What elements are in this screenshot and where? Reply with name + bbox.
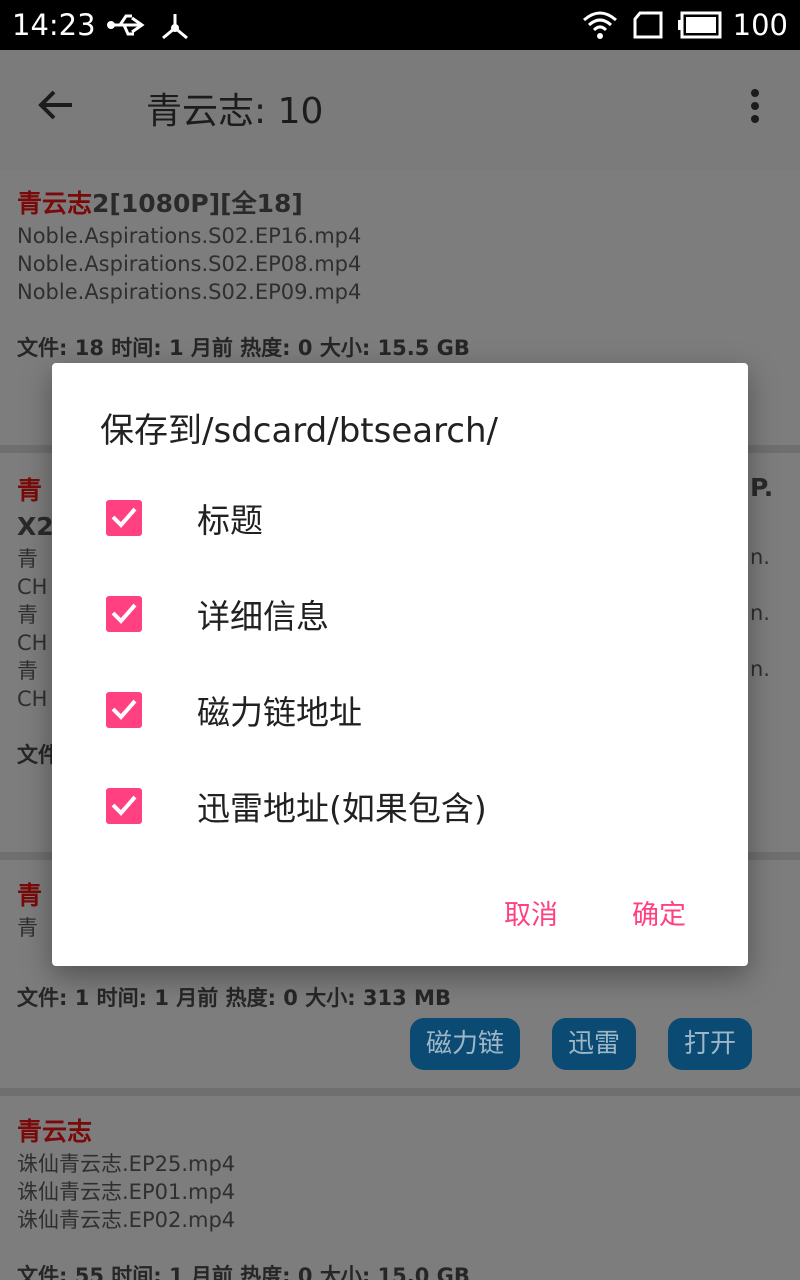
file-name: Noble.Aspirations.S02.EP09.mp4 (17, 280, 362, 304)
option-label: 详细信息 (197, 597, 329, 636)
file-name-tail: n. (750, 545, 770, 569)
file-name-tail: n. (750, 601, 770, 625)
option-label: 标题 (197, 501, 263, 540)
cancel-button[interactable]: 取消 (504, 893, 558, 932)
result-meta: 文件: 55 时间: 1 月前 热度: 0 大小: 15.0 GB (17, 1264, 470, 1280)
open-button[interactable]: 打开 (667, 1018, 752, 1070)
file-name: 诛仙青云志.EP01.mp4 (17, 1180, 236, 1204)
checkbox-checked-icon[interactable] (106, 500, 142, 536)
magnet-button[interactable]: 磁力链 (409, 1018, 520, 1070)
option-magnet[interactable]: 磁力链地址 (106, 682, 706, 742)
battery-level: 100 (732, 8, 788, 42)
option-label: 磁力链地址 (197, 693, 362, 732)
action-buttons: 磁力链 迅雷 打开 (409, 1018, 752, 1070)
file-name: Noble.Aspirations.S02.EP08.mp4 (17, 252, 362, 276)
result-card[interactable]: 青云志 诛仙青云志.EP25.mp4 诛仙青云志.EP01.mp4 诛仙青云志.… (0, 1096, 800, 1280)
app-bar: 青云志: 10 (0, 50, 800, 160)
thunder-button[interactable]: 迅雷 (551, 1018, 636, 1070)
page-title: 青云志: 10 (146, 91, 324, 132)
checkbox-checked-icon[interactable] (106, 692, 142, 728)
option-title[interactable]: 标题 (106, 490, 706, 550)
result-meta: 文件: 18 时间: 1 月前 热度: 0 大小: 15.5 GB (17, 336, 470, 360)
option-label: 迅雷地址(如果包含) (197, 789, 487, 828)
back-arrow-icon[interactable] (36, 88, 76, 126)
status-bar: 14:23 100 (0, 0, 800, 50)
confirm-button[interactable]: 确定 (632, 893, 686, 932)
result-title: 青云志2[1080P][全18] (17, 189, 303, 218)
result-title: 青云志 (17, 1117, 93, 1146)
file-name: 诛仙青云志.EP25.mp4 (17, 1152, 236, 1176)
more-vert-icon[interactable] (748, 88, 762, 128)
battery-icon (678, 10, 724, 44)
option-details[interactable]: 详细信息 (106, 586, 706, 646)
status-time: 14:23 (12, 8, 96, 42)
wifi-icon (582, 10, 618, 44)
file-name: Noble.Aspirations.S02.EP16.mp4 (17, 224, 362, 248)
file-name: 诛仙青云志.EP02.mp4 (17, 1208, 236, 1232)
debug-icon (158, 10, 192, 46)
usb-icon (106, 10, 148, 44)
checkbox-checked-icon[interactable] (106, 596, 142, 632)
result-title-tail: P. (750, 473, 774, 502)
checkbox-checked-icon[interactable] (106, 788, 142, 824)
option-thunder[interactable]: 迅雷地址(如果包含) (106, 778, 706, 838)
file-name-tail: n. (750, 657, 770, 681)
save-dialog: 保存到/sdcard/btsearch/ 标题 详细信息 磁力链地址 迅雷地址(… (52, 363, 748, 966)
result-meta: 文件: 1 时间: 1 月前 热度: 0 大小: 313 MB (17, 986, 451, 1010)
dialog-title: 保存到/sdcard/btsearch/ (100, 411, 499, 451)
sim-icon (632, 10, 664, 44)
